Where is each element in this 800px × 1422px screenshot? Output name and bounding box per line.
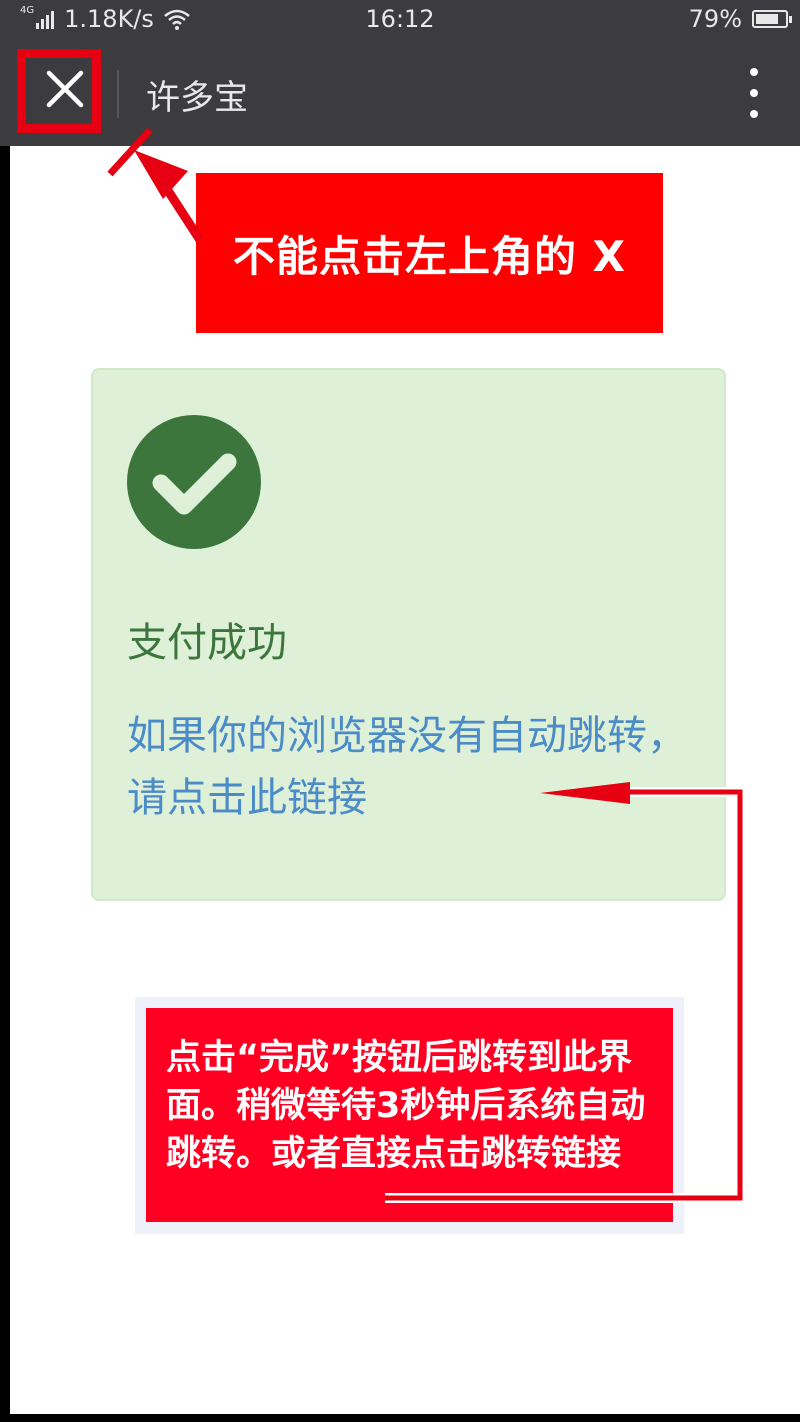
more-menu-button[interactable] — [736, 68, 772, 118]
battery-icon — [752, 10, 792, 28]
bottom-annotation-callout: 点击“完成”按钮后跳转到此界面。稍微等待3秒钟后系统自动跳转。或者直接点击跳转链… — [146, 1008, 673, 1222]
payment-success-card: 支付成功 如果你的浏览器没有自动跳转，请点击此链接 — [91, 368, 726, 901]
status-right: 79% — [688, 5, 792, 33]
success-title: 支付成功 — [127, 620, 287, 666]
close-icon — [46, 70, 84, 108]
more-vertical-icon — [750, 68, 758, 76]
status-time: 16:12 — [365, 5, 435, 33]
nav-bar: 许多宝 — [0, 40, 800, 146]
nav-divider — [117, 70, 119, 118]
battery-percent: 79% — [688, 5, 742, 33]
page-title: 许多宝 — [146, 78, 248, 118]
top-annotation-callout: 不能点击左上角的 X — [196, 173, 663, 333]
status-bar: 4G 1.18K/s 16:12 79% — [0, 0, 800, 40]
check-circle-icon — [127, 415, 261, 549]
redirect-link[interactable]: 如果你的浏览器没有自动跳转，请点击此链接 — [127, 705, 697, 829]
close-button[interactable] — [30, 54, 100, 124]
